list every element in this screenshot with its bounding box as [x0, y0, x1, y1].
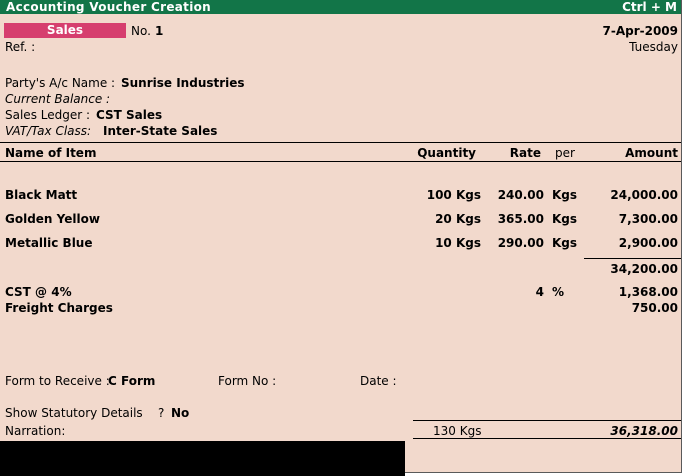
shortcut-label: Ctrl + M	[622, 0, 677, 14]
vat-class-label: VAT/Tax Class:	[5, 124, 92, 138]
totals-bottom-divider	[413, 438, 681, 439]
item-quantity[interactable]: 20 Kgs	[435, 212, 481, 226]
voucher-date[interactable]: 7-Apr-2009	[602, 24, 678, 38]
voucher-type-badge[interactable]: Sales	[4, 23, 126, 38]
statutory-label: Show Statutory Details	[5, 406, 143, 420]
subtotal-divider	[584, 258, 681, 259]
item-amount[interactable]: 7,300.00	[619, 212, 678, 226]
voucher-no-label: No.	[131, 24, 151, 38]
form-receive-label: Form to Receive :	[5, 374, 110, 388]
item-rate[interactable]: 240.00	[498, 188, 544, 202]
item-per[interactable]: Kgs	[552, 236, 577, 250]
col-per-header: per	[555, 146, 575, 160]
statutory-question-mark: ?	[158, 406, 165, 420]
freight-amount[interactable]: 750.00	[632, 301, 678, 315]
current-balance-label: Current Balance :	[5, 92, 111, 106]
tax-ledger-name[interactable]: CST @ 4%	[5, 285, 72, 299]
vat-class-field[interactable]: Inter-State Sales	[103, 124, 217, 138]
col-item-header: Name of Item	[5, 146, 97, 160]
item-rate[interactable]: 290.00	[498, 236, 544, 250]
form-no-label[interactable]: Form No :	[218, 374, 276, 388]
tax-per[interactable]: %	[552, 285, 564, 299]
form-date-label[interactable]: Date :	[360, 374, 397, 388]
col-quantity-header: Quantity	[417, 146, 476, 160]
col-rate-header: Rate	[509, 146, 541, 160]
total-amount: 36,318.00	[610, 424, 678, 438]
totals-top-divider	[413, 420, 681, 421]
title-bar: Accounting Voucher Creation Ctrl + M	[0, 0, 681, 14]
col-amount-header: Amount	[625, 146, 678, 160]
total-quantity: 130 Kgs	[433, 424, 482, 438]
item-per[interactable]: Kgs	[552, 188, 577, 202]
item-per[interactable]: Kgs	[552, 212, 577, 226]
sales-ledger-label: Sales Ledger :	[5, 108, 91, 122]
item-quantity[interactable]: 100 Kgs	[427, 188, 481, 202]
freight-ledger-name[interactable]: Freight Charges	[5, 301, 113, 315]
ref-label[interactable]: Ref. :	[5, 40, 35, 54]
narration-label[interactable]: Narration:	[5, 424, 65, 438]
item-quantity[interactable]: 10 Kgs	[435, 236, 481, 250]
item-amount[interactable]: 2,900.00	[619, 236, 678, 250]
item-name[interactable]: Black Matt	[5, 188, 77, 202]
item-name[interactable]: Golden Yellow	[5, 212, 100, 226]
voucher-window: Accounting Voucher Creation Ctrl + M Sal…	[0, 0, 682, 473]
table-top-divider	[0, 142, 681, 143]
bottom-bar	[0, 441, 405, 476]
voucher-day: Tuesday	[629, 40, 678, 54]
statutory-field[interactable]: No	[171, 406, 189, 420]
item-rate[interactable]: 365.00	[498, 212, 544, 226]
form-receive-field[interactable]: C Form	[108, 374, 155, 388]
subtotal-amount: 34,200.00	[610, 262, 678, 276]
table-header-divider	[0, 161, 681, 162]
tax-amount[interactable]: 1,368.00	[619, 285, 678, 299]
party-name-field[interactable]: Sunrise Industries	[121, 76, 245, 90]
item-amount[interactable]: 24,000.00	[610, 188, 678, 202]
voucher-no-value[interactable]: 1	[155, 24, 163, 38]
tax-rate[interactable]: 4	[536, 285, 544, 299]
window-title: Accounting Voucher Creation	[6, 0, 212, 14]
sales-ledger-field[interactable]: CST Sales	[96, 108, 162, 122]
party-name-label: Party's A/c Name :	[5, 76, 116, 90]
item-name[interactable]: Metallic Blue	[5, 236, 93, 250]
